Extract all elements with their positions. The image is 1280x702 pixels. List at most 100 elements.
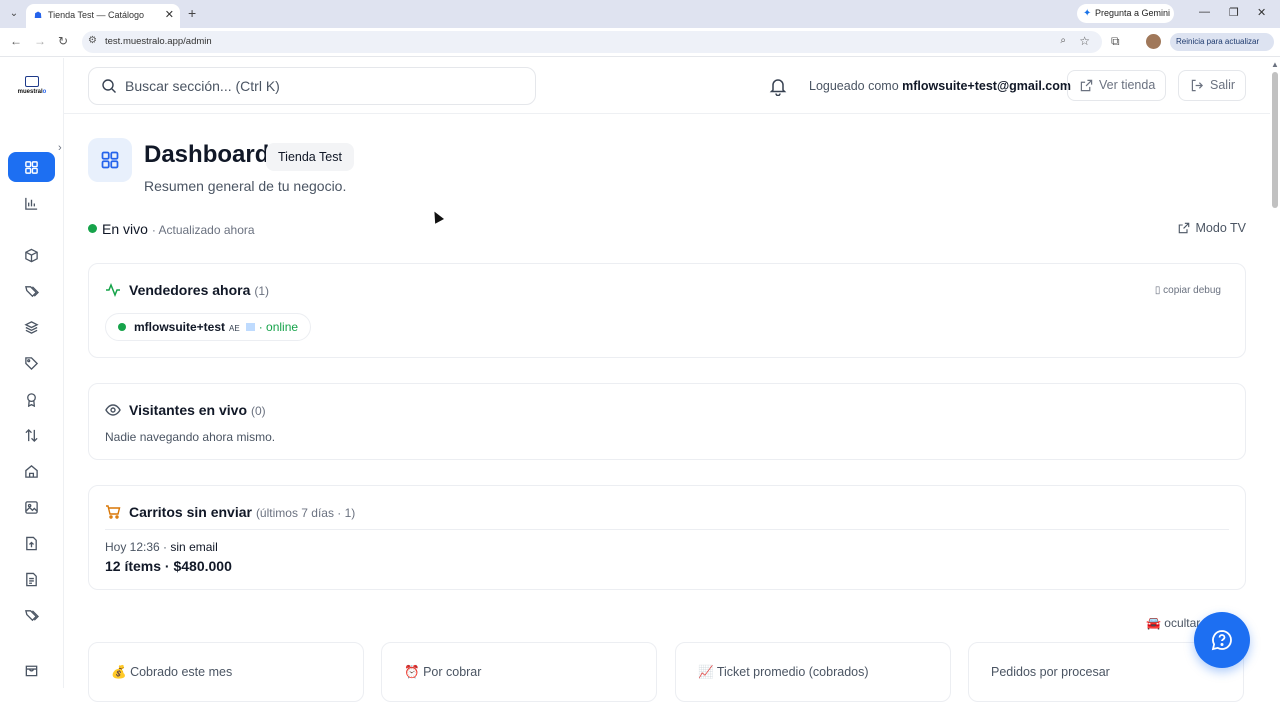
restore-icon[interactable]: ❐: [1229, 6, 1239, 19]
search-input[interactable]: [125, 76, 525, 96]
visitors-empty: Nadie navegando ahora mismo.: [105, 430, 276, 444]
copy-debug-button[interactable]: ▯ copiar debug: [1155, 285, 1221, 296]
update-button[interactable]: Reinicia para actualizar: [1170, 33, 1274, 51]
shopping-bag-icon: [25, 665, 38, 676]
sidebar-item-analytics[interactable]: [8, 188, 55, 218]
device-icon: [245, 323, 255, 331]
app-page: muestralo › Buscar sección... (Ctrl K) L…: [0, 58, 1280, 702]
gemini-label: Pregunta a Gemini: [1095, 8, 1171, 18]
gemini-spark-icon: ✦: [1083, 8, 1092, 19]
sidebar-expand-icon[interactable]: ›: [58, 142, 62, 154]
browser-tab[interactable]: ☗ Tienda Test — Catálogo ✕: [26, 4, 180, 28]
stat-label: Cobrado este mes: [130, 665, 233, 679]
box-icon: [25, 248, 38, 262]
sellers-count: (1): [254, 284, 270, 298]
user-email: mflowsuite+test@gmail.com: [902, 79, 1071, 93]
visitors-card: Visitantes en vivo (0) Nadie navegando ah…: [88, 383, 1246, 460]
extensions-icon[interactable]: ⧉: [1111, 34, 1120, 49]
sidebar-item-home[interactable]: [8, 456, 55, 486]
dashboard-main: Dashboard Tienda Test Resumen general de…: [64, 114, 1270, 702]
address-bar: ← → ↻ ⚙ test.muestralo.app/admin ⌕ ☆ ⧉ R…: [0, 28, 1280, 57]
live-updated: · Actualizado ahora: [151, 223, 255, 237]
sidebar-item-coupons[interactable]: [8, 600, 55, 630]
view-store-label: Ver tienda: [1099, 78, 1156, 92]
dashboard-header-icon: [88, 138, 132, 182]
sidebar-item-transfers[interactable]: [8, 420, 55, 450]
cart-time: Hoy 12:36 ·: [105, 540, 168, 554]
page-subtitle: Resumen general de tu negocio.: [144, 178, 347, 194]
sidebar-item-awards[interactable]: [8, 384, 55, 414]
money-bag-icon: 💰: [111, 665, 127, 679]
tv-mode-link[interactable]: Modo TV: [1178, 221, 1246, 235]
bookmark-star-icon[interactable]: ☆: [1079, 34, 1090, 48]
tab-search-icon[interactable]: ⌄: [6, 6, 22, 22]
close-tab-icon[interactable]: ✕: [165, 8, 174, 21]
sellers-card: Vendedores ahora (1) ▯ copiar debug mflow…: [88, 263, 1246, 358]
zoom-icon[interactable]: ⌕: [1060, 35, 1066, 46]
hide-stats-button[interactable]: 🚘 ocultar: [1146, 616, 1200, 630]
sidebar-item-layers[interactable]: [8, 312, 55, 342]
search-box[interactable]: [88, 67, 536, 105]
logo-text-accent: o: [42, 89, 47, 95]
home-icon: [25, 464, 38, 478]
carts-title: Carritos sin enviar: [129, 504, 252, 520]
reload-icon[interactable]: ↻: [58, 34, 68, 48]
omnibox[interactable]: ⚙ test.muestralo.app/admin ⌕ ☆: [82, 31, 1102, 53]
divider: [105, 529, 1229, 530]
scrollbar-thumb[interactable]: [1272, 72, 1278, 208]
help-chat-button[interactable]: [1194, 612, 1250, 668]
file-upload-icon: [26, 536, 37, 550]
site-info-icon[interactable]: ⚙: [88, 35, 97, 46]
sidebar-item-orders[interactable]: [8, 654, 55, 684]
back-icon[interactable]: ←: [10, 34, 22, 48]
visitors-heading: Visitantes en vivo (0): [105, 402, 266, 418]
bell-icon[interactable]: [768, 76, 788, 96]
stat-label: Pedidos por procesar: [991, 665, 1110, 679]
forward-icon[interactable]: →: [34, 34, 46, 48]
visitors-count: (0): [251, 404, 266, 418]
help-chat-icon: [1211, 630, 1232, 651]
gemini-button[interactable]: ✦ Pregunta a Gemini: [1077, 4, 1174, 23]
profile-avatar[interactable]: [1146, 34, 1161, 49]
external-link-icon: [1178, 222, 1189, 234]
sidebar-item-uploads[interactable]: [8, 528, 55, 558]
new-tab-icon[interactable]: +: [188, 5, 196, 21]
sellers-heading: Vendedores ahora (1): [105, 282, 269, 298]
minimize-icon[interactable]: —: [1199, 6, 1210, 18]
logged-in-as: Logueado como mflowsuite+test@gmail.com: [809, 79, 1071, 93]
sidebar-item-tags[interactable]: [8, 276, 55, 306]
logo-mark-icon: [25, 76, 39, 87]
document-icon: [26, 572, 37, 586]
sidebar-item-discounts[interactable]: [8, 348, 55, 378]
cart-summary[interactable]: 12 ítems · $480.000: [105, 558, 232, 574]
activity-icon: [106, 282, 120, 298]
logout-icon: [1191, 79, 1203, 92]
arrows-up-down-icon: [25, 428, 38, 442]
tab-favicon-icon: ☗: [34, 10, 43, 20]
seller-name: mflowsuite+test: [134, 320, 226, 334]
sidebar-item-products[interactable]: [8, 240, 55, 270]
dashboard-grid-icon: [25, 160, 38, 174]
award-icon: [27, 392, 36, 407]
tags-icon: [25, 609, 39, 621]
eye-icon: [105, 404, 121, 416]
url-text: test.muestralo.app/admin: [105, 36, 212, 47]
page-title: Dashboard: [144, 141, 270, 168]
stat-label: Por cobrar: [423, 665, 482, 679]
page-scrollbar[interactable]: ▲: [1270, 58, 1280, 688]
app-logo[interactable]: muestralo: [13, 76, 51, 100]
store-badge: Tienda Test: [266, 143, 354, 171]
view-store-button[interactable]: Ver tienda: [1067, 70, 1166, 101]
sidebar-item-images[interactable]: [8, 492, 55, 522]
bar-chart-icon: [25, 197, 38, 210]
image-icon: [25, 500, 38, 514]
scroll-up-icon[interactable]: ▲: [1271, 60, 1279, 69]
hide-label: ocultar: [1164, 616, 1201, 630]
sidebar-item-dashboard[interactable]: [8, 152, 55, 182]
carts-count: (últimos 7 días · 1): [255, 506, 356, 520]
logout-button[interactable]: Salir: [1178, 70, 1246, 101]
logo-text: muestral: [17, 89, 43, 95]
sidebar-item-documents[interactable]: [8, 564, 55, 594]
close-window-icon[interactable]: ✕: [1257, 6, 1266, 19]
seller-pill: mflowsuite+test AE · online: [105, 313, 312, 341]
